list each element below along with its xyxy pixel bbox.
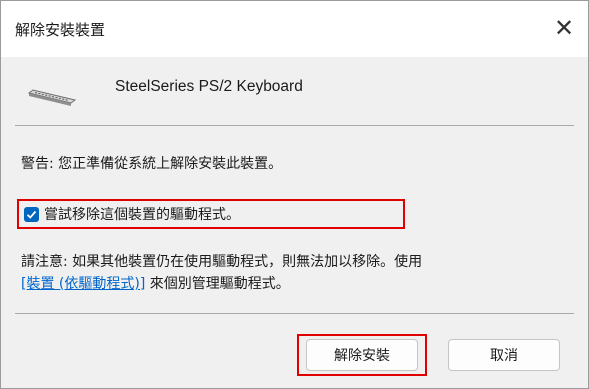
- remove-driver-checkbox-row[interactable]: 嘗試移除這個裝置的驅動程式。: [17, 199, 405, 229]
- note-text: 請注意: 如果其他裝置仍在使用驅動程式，則無法加以移除。使用 [裝置 (依驅動程…: [21, 251, 576, 295]
- divider-bottom: [15, 313, 574, 314]
- cancel-button[interactable]: 取消: [448, 339, 560, 371]
- uninstall-button[interactable]: 解除安裝: [306, 339, 418, 371]
- close-button[interactable]: ✕: [544, 9, 584, 47]
- warning-text: 警告: 您正準備從系統上解除安裝此裝置。: [21, 156, 283, 172]
- remove-driver-label: 嘗試移除這個裝置的驅動程式。: [44, 207, 240, 223]
- note-line1: 請注意: 如果其他裝置仍在使用驅動程式，則無法加以移除。使用: [21, 254, 423, 270]
- device-name: SteelSeries PS/2 Keyboard: [115, 78, 303, 95]
- divider-top: [15, 125, 574, 126]
- title-bar: 解除安裝裝置 ✕: [1, 1, 588, 57]
- remove-driver-checkbox[interactable]: [24, 206, 39, 222]
- checkmark-icon: [26, 210, 37, 219]
- close-icon: ✕: [553, 14, 575, 42]
- note-line2: 來個別管理驅動程式。: [145, 276, 290, 292]
- devices-by-driver-link[interactable]: [裝置 (依驅動程式)]: [21, 276, 145, 292]
- dialog-title: 解除安裝裝置: [15, 21, 106, 39]
- keyboard-icon: [27, 89, 77, 106]
- uninstall-device-dialog: 解除安裝裝置 ✕ SteelSeries PS/2 Keyboard 警告: 您…: [0, 0, 589, 389]
